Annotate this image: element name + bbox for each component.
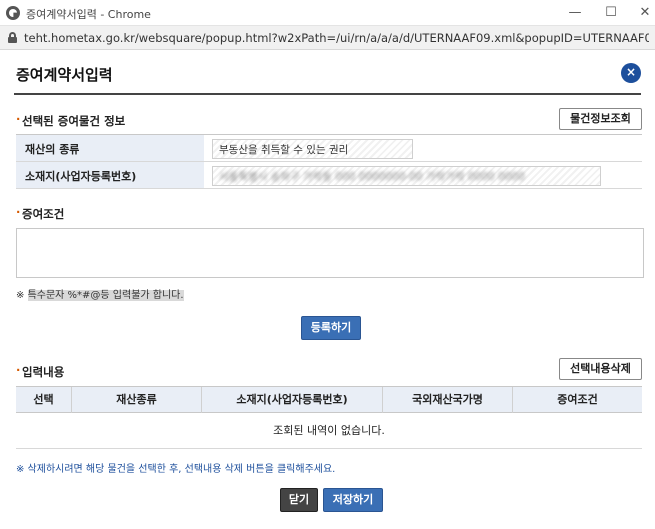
lookup-property-button[interactable]: 물건정보조회	[559, 108, 642, 130]
window-close-button[interactable]: ✕	[637, 3, 653, 23]
col-select[interactable]: 선택	[16, 387, 72, 413]
conditions-textarea[interactable]	[16, 228, 644, 278]
note-text: 특수문자 %*#@등 입력불가 합니다.	[27, 290, 184, 301]
info-row-location: 소재지(사업자등록번호) 서울특별시 송파구 가락동 000 0000000-0…	[16, 162, 642, 189]
lock-icon	[8, 32, 17, 43]
register-button[interactable]: 등록하기	[301, 316, 361, 340]
location-field: 서울특별시 송파구 가락동 000 0000000-00 가락가락 0000 0…	[212, 166, 601, 186]
special-char-note: ※ 특수문자 %*#@등 입력불가 합니다.	[16, 286, 184, 301]
selected-info-title: 선택된 증여물건 정보	[16, 112, 125, 129]
globe-icon	[6, 6, 20, 20]
conditions-title: 증여조건	[16, 205, 64, 222]
title-divider	[14, 93, 641, 95]
col-foreign-country[interactable]: 국외재산국가명	[383, 387, 513, 413]
delete-selected-button[interactable]: 선택내용삭제	[559, 358, 642, 380]
url-text[interactable]: teht.hometax.go.kr/websquare/popup.html?…	[24, 31, 649, 45]
grid-header: 선택 재산종류 소재지(사업자등록번호) 국외재산국가명 증여조건	[16, 387, 642, 413]
window-titlebar: 증여계약서입력 - Chrome — ☐ ✕	[0, 0, 655, 26]
note-prefix: ※	[16, 290, 28, 301]
col-conditions[interactable]: 증여조건	[513, 387, 642, 413]
window-title: 증여계약서입력 - Chrome	[26, 8, 151, 21]
location-label: 소재지(사업자등록번호)	[16, 162, 204, 188]
input-list-grid: 선택 재산종류 소재지(사업자등록번호) 국외재산국가명 증여조건 조회된 내역…	[16, 386, 642, 449]
save-button[interactable]: 저장하기	[323, 488, 383, 512]
property-type-label: 재산의 종류	[16, 135, 204, 161]
col-location[interactable]: 소재지(사업자등록번호)	[202, 387, 383, 413]
minimize-button[interactable]: —	[565, 3, 585, 23]
selected-info-table: 재산의 종류 부동산을 취득할 수 있는 권리 소재지(사업자등록번호) 서울특…	[16, 134, 642, 189]
popup-close-icon[interactable]: ×	[621, 63, 641, 83]
location-value: 서울특별시 송파구 가락동 000 0000000-00 가락가락 0000 0…	[219, 171, 525, 183]
delete-instruction-note: ※ 삭제하시려면 해당 물건을 선택한 후, 선택내용 삭제 버튼을 클릭해주세…	[16, 464, 336, 475]
address-bar[interactable]: teht.hometax.go.kr/websquare/popup.html?…	[0, 26, 655, 50]
maximize-button[interactable]: ☐	[601, 3, 621, 23]
popup-title: 증여계약서입력	[16, 66, 113, 84]
property-type-field: 부동산을 취득할 수 있는 권리	[212, 139, 413, 159]
info-row-property-type: 재산의 종류 부동산을 취득할 수 있는 권리	[16, 135, 642, 162]
grid-empty-message: 조회된 내역이 없습니다.	[16, 413, 642, 449]
close-button[interactable]: 닫기	[280, 488, 318, 512]
col-property-type[interactable]: 재산종류	[72, 387, 202, 413]
input-list-title: 입력내용	[16, 363, 64, 380]
